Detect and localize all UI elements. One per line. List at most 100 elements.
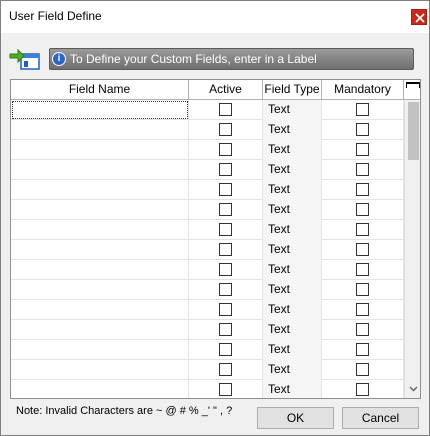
active-cell (189, 360, 263, 380)
scroll-corner (404, 80, 420, 100)
mandatory-checkbox[interactable] (356, 223, 369, 236)
field-name-cell[interactable] (11, 340, 189, 360)
column-header-field-name[interactable]: Field Name (11, 80, 189, 100)
mandatory-checkbox[interactable] (356, 103, 369, 116)
mandatory-checkbox[interactable] (356, 383, 369, 396)
active-checkbox[interactable] (219, 183, 232, 196)
table-row: Text (11, 160, 404, 180)
field-name-cell[interactable] (11, 360, 189, 380)
active-checkbox[interactable] (219, 143, 232, 156)
mandatory-cell (322, 220, 404, 240)
field-name-cell[interactable] (11, 220, 189, 240)
field-type-cell: Text (263, 300, 322, 320)
mandatory-checkbox[interactable] (356, 283, 369, 296)
field-type-cell: Text (263, 120, 322, 140)
mandatory-cell (322, 180, 404, 200)
table-row: Text (11, 320, 404, 340)
mandatory-cell (322, 260, 404, 280)
field-name-cell[interactable] (11, 100, 189, 120)
vertical-scrollbar[interactable] (404, 100, 420, 398)
column-header-mandatory[interactable]: Mandatory (322, 80, 404, 100)
active-cell (189, 260, 263, 280)
scroll-down-arrow-icon[interactable] (405, 381, 420, 398)
active-checkbox[interactable] (219, 123, 232, 136)
mandatory-checkbox[interactable] (356, 203, 369, 216)
field-name-cell[interactable] (11, 240, 189, 260)
mandatory-cell (322, 320, 404, 340)
field-type-cell: Text (263, 380, 322, 398)
active-cell (189, 180, 263, 200)
mandatory-cell (322, 100, 404, 120)
field-type-cell: Text (263, 200, 322, 220)
active-checkbox[interactable] (219, 243, 232, 256)
field-type-cell: Text (263, 340, 322, 360)
field-name-cell[interactable] (11, 200, 189, 220)
info-banner-text: To Define your Custom Fields, enter in a… (70, 52, 317, 66)
active-checkbox[interactable] (219, 163, 232, 176)
mandatory-checkbox[interactable] (356, 263, 369, 276)
column-header-active[interactable]: Active (189, 80, 263, 100)
table-row: Text (11, 120, 404, 140)
grid-header: Field Name Active Field Type Mandatory (11, 80, 404, 100)
field-name-cell[interactable] (11, 280, 189, 300)
field-type-cell: Text (263, 160, 322, 180)
active-checkbox[interactable] (219, 223, 232, 236)
field-type-cell: Text (263, 320, 322, 340)
table-row: Text (11, 260, 404, 280)
field-type-cell: Text (263, 100, 322, 120)
mandatory-checkbox[interactable] (356, 163, 369, 176)
table-row: Text (11, 200, 404, 220)
mandatory-cell (322, 380, 404, 398)
scroll-thumb[interactable] (408, 102, 419, 160)
active-checkbox[interactable] (219, 263, 232, 276)
field-type-cell: Text (263, 280, 322, 300)
mandatory-checkbox[interactable] (356, 183, 369, 196)
active-checkbox[interactable] (219, 283, 232, 296)
table-row: Text (11, 340, 404, 360)
define-fields-icon[interactable] (9, 45, 41, 71)
field-name-cell[interactable] (11, 140, 189, 160)
dialog-window: User Field Define i To Define your Custo… (0, 0, 430, 436)
close-button[interactable] (411, 9, 427, 25)
fields-grid: Field Name Active Field Type Mandatory T… (10, 79, 421, 399)
active-checkbox[interactable] (219, 303, 232, 316)
ok-button[interactable]: OK (257, 407, 334, 429)
field-name-cell[interactable] (11, 320, 189, 340)
mandatory-checkbox[interactable] (356, 363, 369, 376)
active-checkbox[interactable] (219, 383, 232, 396)
table-row: Text (11, 280, 404, 300)
active-checkbox[interactable] (219, 203, 232, 216)
field-name-cell[interactable] (11, 160, 189, 180)
mandatory-checkbox[interactable] (356, 323, 369, 336)
mandatory-checkbox[interactable] (356, 243, 369, 256)
active-cell (189, 220, 263, 240)
field-type-cell: Text (263, 180, 322, 200)
mandatory-checkbox[interactable] (356, 143, 369, 156)
field-type-cell: Text (263, 260, 322, 280)
mandatory-checkbox[interactable] (356, 123, 369, 136)
table-row: Text (11, 180, 404, 200)
active-cell (189, 240, 263, 260)
mandatory-checkbox[interactable] (356, 303, 369, 316)
field-name-cell[interactable] (11, 300, 189, 320)
active-checkbox[interactable] (219, 323, 232, 336)
cancel-button[interactable]: Cancel (342, 407, 419, 429)
field-type-cell: Text (263, 140, 322, 160)
info-banner: i To Define your Custom Fields, enter in… (49, 48, 414, 70)
mandatory-checkbox[interactable] (356, 343, 369, 356)
title-bar: User Field Define (1, 1, 429, 33)
active-checkbox[interactable] (219, 343, 232, 356)
field-name-cell[interactable] (11, 180, 189, 200)
mandatory-cell (322, 300, 404, 320)
mandatory-cell (322, 200, 404, 220)
field-name-cell[interactable] (11, 120, 189, 140)
active-cell (189, 100, 263, 120)
active-cell (189, 300, 263, 320)
field-name-cell[interactable] (11, 260, 189, 280)
active-checkbox[interactable] (219, 363, 232, 376)
column-header-field-type[interactable]: Field Type (263, 80, 322, 100)
field-name-cell[interactable] (11, 380, 189, 398)
active-cell (189, 160, 263, 180)
active-checkbox[interactable] (219, 103, 232, 116)
table-row: Text (11, 140, 404, 160)
